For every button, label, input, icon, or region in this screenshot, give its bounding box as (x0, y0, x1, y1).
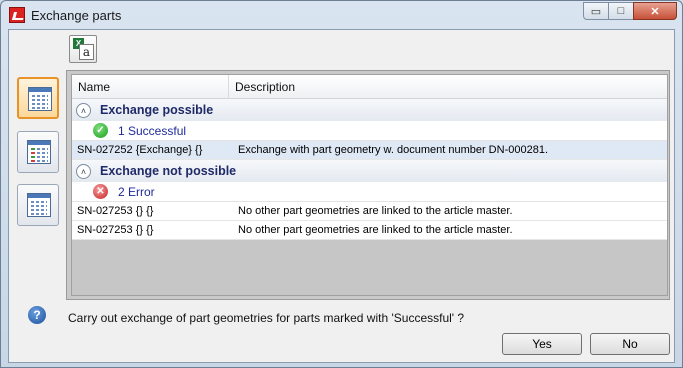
maximize-button[interactable]: □ (608, 2, 634, 20)
view-status-button[interactable] (17, 131, 59, 173)
view-table-button[interactable] (17, 184, 59, 226)
error-icon: ✕ (93, 184, 108, 199)
window-controls: ▭ □ ✕ (583, 2, 677, 20)
table-row[interactable]: SN-027253 {} {} No other part geometries… (72, 221, 667, 240)
close-button[interactable]: ✕ (633, 2, 677, 20)
confirmation-question: Carry out exchange of part geometries fo… (68, 311, 465, 325)
grouped-list-icon (28, 87, 52, 111)
group-exchange-possible[interactable]: ˄ Exchange possible (72, 99, 667, 121)
title-bar[interactable]: Exchange parts ▭ □ ✕ (1, 1, 682, 29)
status-group-successful[interactable]: ✓ 1 Successful (72, 121, 667, 141)
collapse-icon[interactable]: ˄ (76, 164, 91, 179)
row-name: SN-027252 {Exchange} {} (77, 144, 203, 156)
check-icon: ✓ (93, 123, 108, 138)
status-label: 1 Successful (118, 124, 187, 138)
maximize-icon: □ (617, 5, 625, 17)
status-label: 2 Error (118, 185, 155, 199)
group-label: Exchange not possible (100, 164, 237, 178)
row-name: SN-027253 {} {} (77, 205, 154, 217)
column-header: Name Description (72, 75, 667, 99)
table-view-icon (27, 193, 51, 217)
result-list[interactable]: Name Description ˄ Exchange possible ✓ 1… (71, 74, 668, 296)
colored-list-icon (27, 140, 51, 164)
window-title: Exchange parts (31, 8, 122, 23)
result-panel: Name Description ˄ Exchange possible ✓ 1… (66, 70, 670, 300)
row-description: No other part geometries are linked to t… (238, 224, 513, 236)
app-logo-icon (9, 7, 25, 23)
minimize-button[interactable]: ▭ (583, 2, 609, 20)
yes-button[interactable]: Yes (502, 333, 582, 355)
row-description: Exchange with part geometry w. document … (238, 144, 548, 156)
row-name: SN-027253 {} {} (77, 224, 154, 236)
exchange-parts-dialog: Exchange parts ▭ □ ✕ X a (0, 0, 683, 368)
table-row[interactable]: SN-027252 {Exchange} {} Exchange with pa… (72, 141, 667, 160)
row-description: No other part geometries are linked to t… (238, 205, 513, 217)
status-group-error[interactable]: ✕ 2 Error (72, 182, 667, 202)
group-label: Exchange possible (100, 103, 214, 117)
no-button[interactable]: No (590, 333, 670, 355)
close-icon: ✕ (650, 5, 660, 18)
minimize-icon: ▭ (590, 5, 602, 18)
document-icon: a (79, 44, 94, 60)
dialog-content: X a Name Description (8, 29, 675, 363)
collapse-icon[interactable]: ˄ (76, 103, 91, 118)
export-excel-button[interactable]: X a (69, 35, 97, 63)
column-description[interactable]: Description (229, 75, 667, 99)
column-name[interactable]: Name (72, 75, 229, 99)
view-grouped-button[interactable] (17, 77, 59, 119)
help-icon: ? (28, 306, 46, 324)
group-exchange-not-possible[interactable]: ˄ Exchange not possible (72, 160, 667, 182)
table-row[interactable]: SN-027253 {} {} No other part geometries… (72, 202, 667, 221)
